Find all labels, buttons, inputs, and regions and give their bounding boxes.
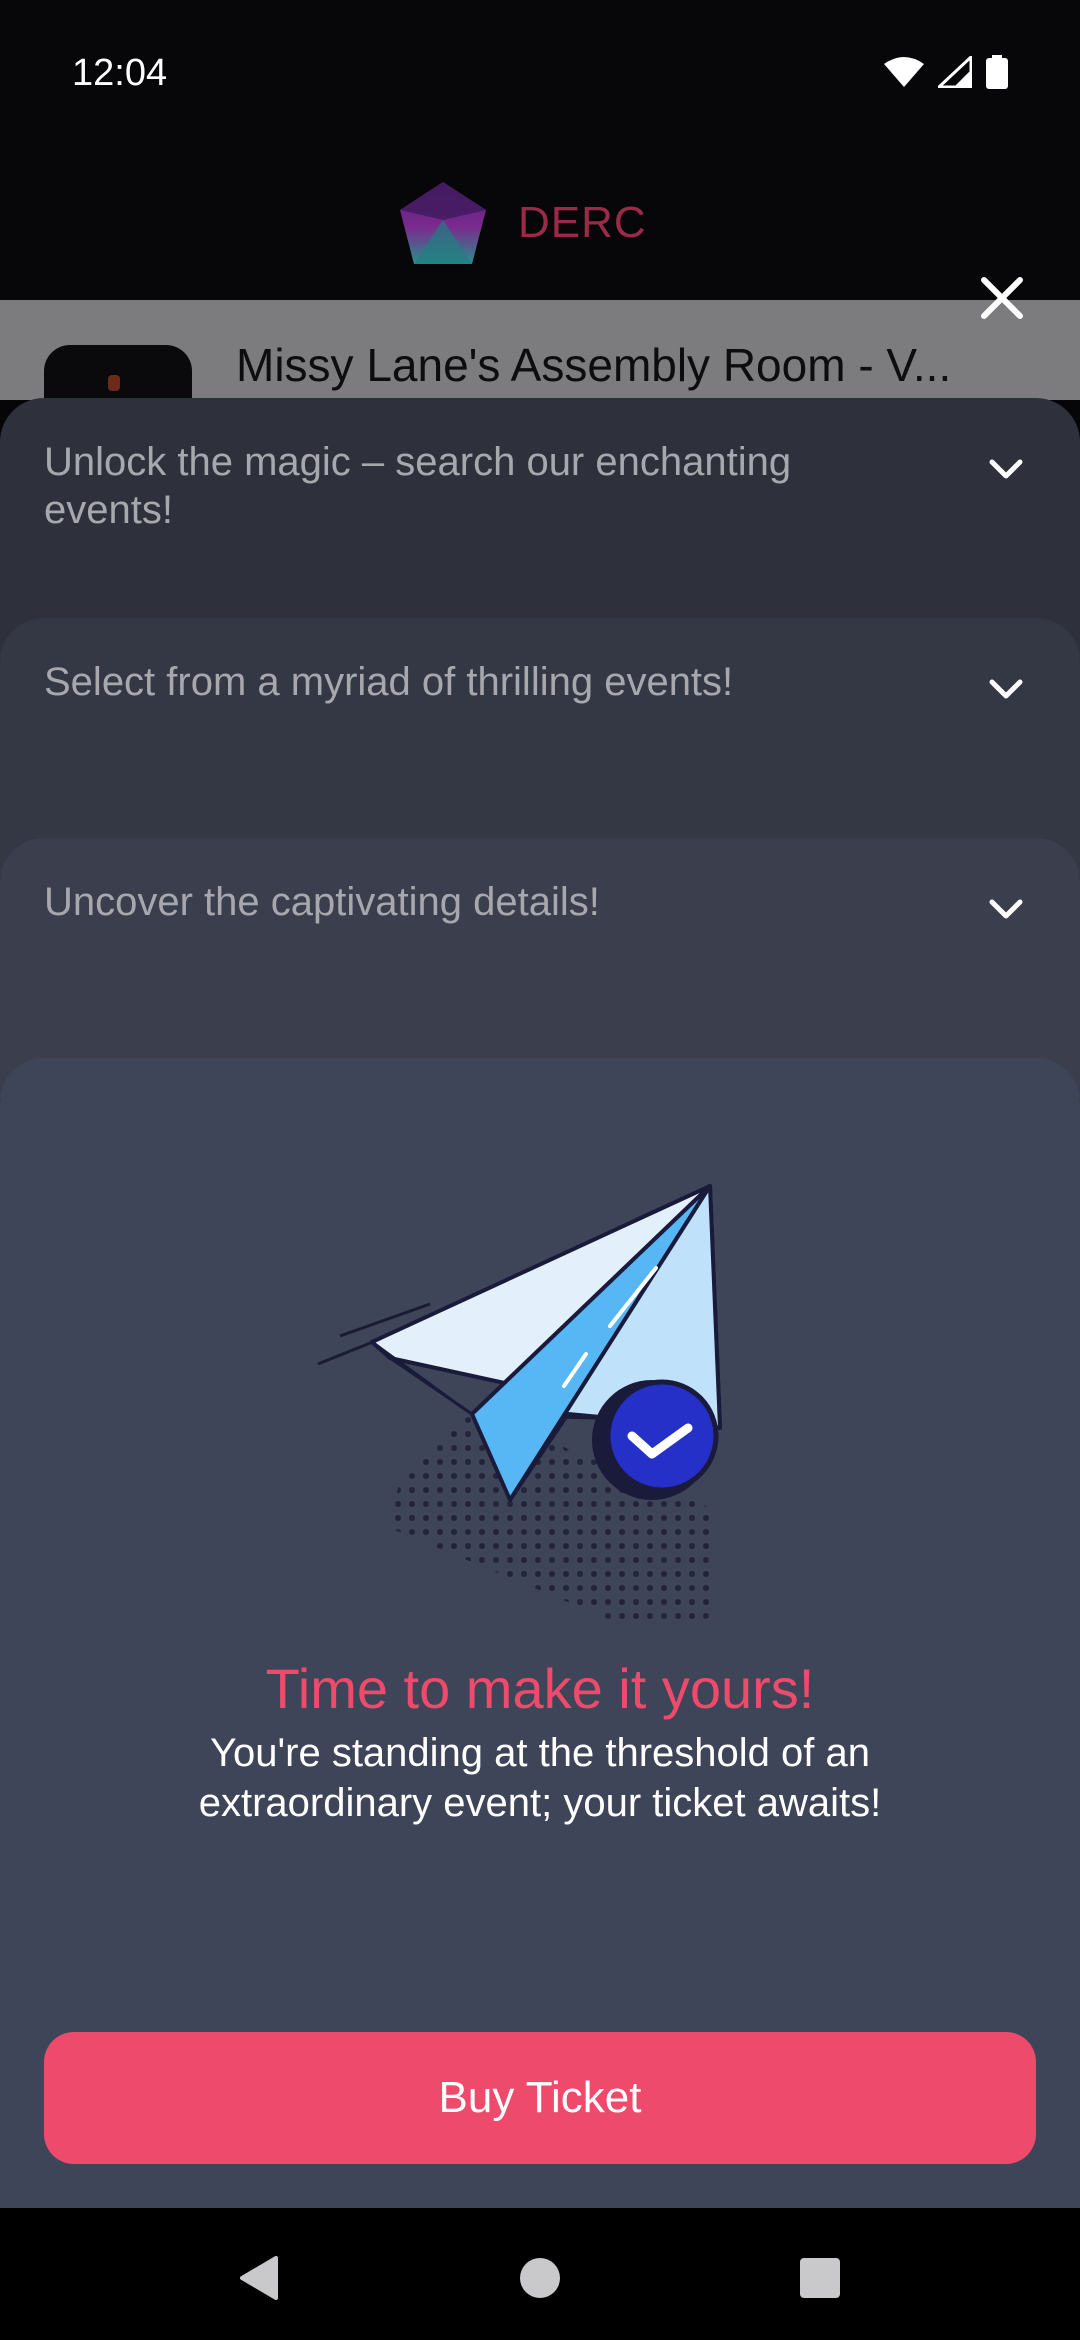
event-title: Missy Lane's Assembly Room - V...: [236, 339, 952, 391]
brand: DERC: [398, 180, 647, 266]
subtext: You're standing at the threshold of an e…: [198, 1731, 882, 1825]
app-header: DERC: [0, 150, 1080, 300]
recents-icon: [800, 2258, 840, 2298]
step-label: Unlock the magic – search our enchanting…: [44, 440, 792, 532]
system-nav-bar: [0, 2208, 1080, 2340]
chevron-down-icon: [989, 679, 1023, 699]
buy-ticket-button[interactable]: Buy Ticket: [44, 2032, 1036, 2164]
buy-ticket-panel: Time to make it yours! You're standing a…: [0, 1058, 1080, 2208]
wifi-icon: [884, 57, 924, 87]
status-bar: 12:04: [0, 0, 1080, 150]
signal-icon: [938, 56, 972, 88]
chevron-down-icon: [989, 459, 1023, 479]
step-label: Uncover the captivating details!: [44, 880, 600, 924]
close-icon: [981, 277, 1023, 319]
logo-icon: [400, 182, 486, 264]
chevron-down-icon: [989, 899, 1023, 919]
brand-name: DERC: [518, 198, 647, 247]
recents-button[interactable]: [780, 2238, 860, 2318]
status-time: 12:04: [72, 52, 168, 94]
battery-icon: [986, 55, 1008, 89]
status-icons: [884, 55, 1008, 89]
paper-plane-illustration: [317, 1184, 722, 1628]
home-icon: [520, 2258, 560, 2298]
back-icon: [240, 2256, 278, 2300]
background-event-row: Missy Lane's Assembly Room - V...: [0, 300, 1080, 425]
home-button[interactable]: [500, 2238, 580, 2318]
back-button[interactable]: [218, 2238, 298, 2318]
headline: Time to make it yours!: [265, 1657, 815, 1720]
close-button[interactable]: [974, 270, 1030, 326]
step-label: Select from a myriad of thrilling events…: [44, 660, 734, 704]
